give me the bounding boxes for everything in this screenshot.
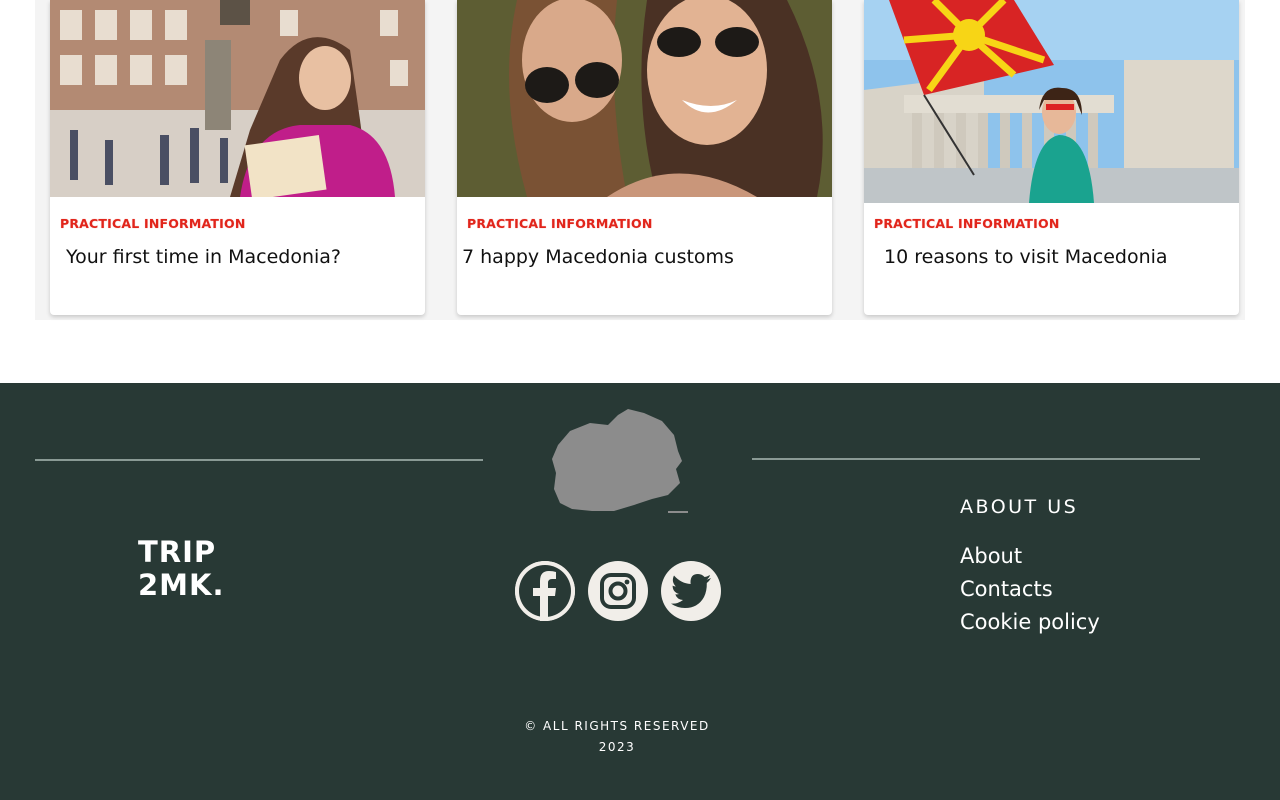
article-image-smiling-women[interactable] xyxy=(457,0,832,197)
article-card-first-time[interactable]: PRACTICAL INFORMATION Your first time in… xyxy=(50,0,425,315)
site-footer: TRIP 2MK. ABOUT US About Contacts Cookie… xyxy=(0,383,1280,800)
article-image-macedonian-flag[interactable] xyxy=(864,0,1239,203)
footer-divider-left xyxy=(35,459,483,461)
copyright-year: 2023 xyxy=(598,740,636,754)
footer-link-about[interactable]: About xyxy=(960,544,1022,568)
about-us-heading: ABOUT US xyxy=(960,496,1079,518)
article-category: PRACTICAL INFORMATION xyxy=(874,216,1060,231)
copyright-text: © ALL RIGHTS RESERVED xyxy=(524,719,710,733)
article-card-10-reasons[interactable]: PRACTICAL INFORMATION 10 reasons to visi… xyxy=(864,0,1239,315)
macedonia-map-icon xyxy=(550,409,690,521)
article-card-customs[interactable]: PRACTICAL INFORMATION 7 happy Macedonia … xyxy=(457,0,832,315)
article-title[interactable]: Your first time in Macedonia? xyxy=(66,246,341,268)
article-title[interactable]: 7 happy Macedonia customs xyxy=(462,246,734,268)
article-image-tourist-with-map[interactable] xyxy=(50,0,425,197)
article-category: PRACTICAL INFORMATION xyxy=(467,216,653,231)
facebook-link[interactable] xyxy=(515,561,575,621)
twitter-link[interactable] xyxy=(661,561,721,621)
footer-divider-right xyxy=(752,458,1200,460)
instagram-link[interactable] xyxy=(588,561,648,621)
footer-link-contacts[interactable]: Contacts xyxy=(960,577,1053,601)
article-category: PRACTICAL INFORMATION xyxy=(60,216,246,231)
trip2mk-logo[interactable]: TRIP 2MK. xyxy=(138,536,225,602)
footer-link-cookie-policy[interactable]: Cookie policy xyxy=(960,610,1100,634)
instagram-icon xyxy=(600,573,636,609)
related-articles: PRACTICAL INFORMATION Your first time in… xyxy=(35,0,1245,320)
logo-line-2: 2MK. xyxy=(138,568,225,602)
logo-line-1: TRIP xyxy=(138,535,217,569)
article-title[interactable]: 10 reasons to visit Macedonia xyxy=(884,246,1168,268)
twitter-icon xyxy=(671,574,711,608)
facebook-icon xyxy=(515,561,575,621)
